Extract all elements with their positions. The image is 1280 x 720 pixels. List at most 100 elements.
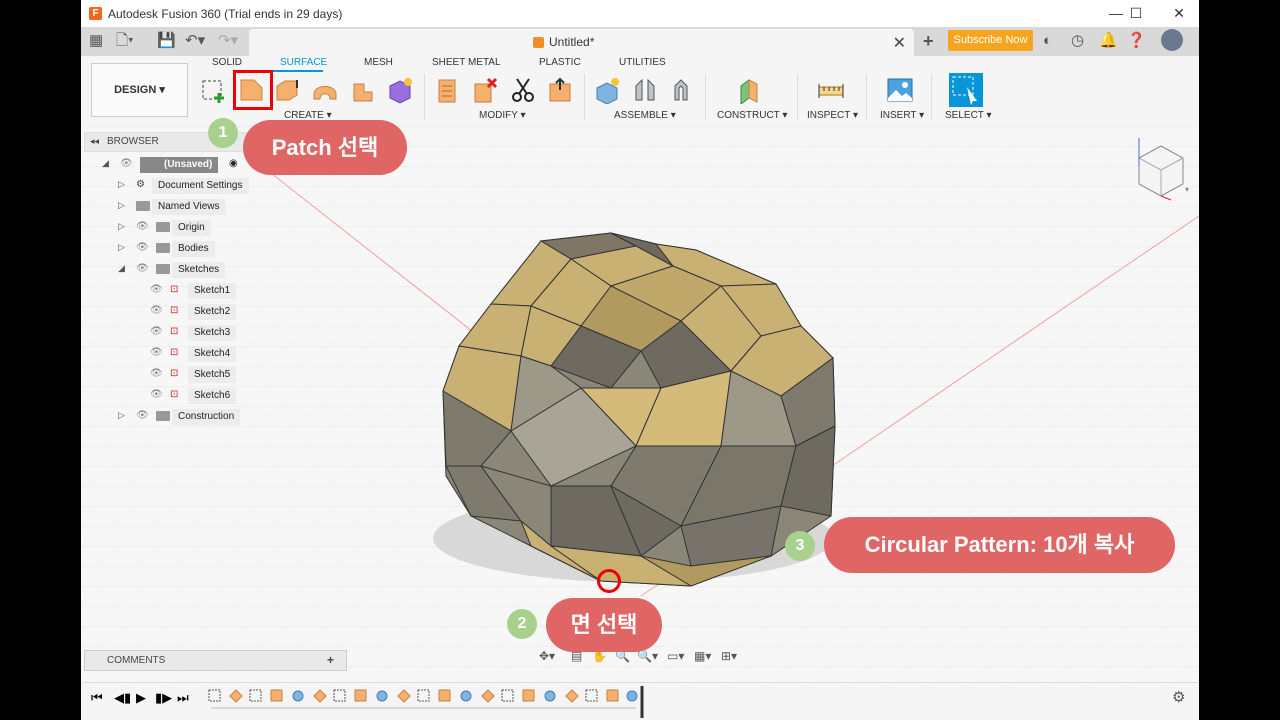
timeline-settings-gear-icon[interactable]: ⚙ [1172,688,1185,706]
hidden-eye-icon[interactable]: 👁 [150,389,163,400]
patch-highlight-box [233,70,273,110]
browser-item-label: Sketch6 [188,388,237,404]
sweep-icon[interactable] [349,76,377,104]
job-status-icon[interactable]: ◷ [1071,31,1084,51]
visibility-eye-icon[interactable]: 👁 [136,242,149,253]
save-icon[interactable]: 💾 [157,31,176,51]
visibility-eye-icon[interactable]: 👁 [136,221,149,232]
visibility-eye-icon[interactable]: 👁 [136,263,149,274]
grid-settings-icon[interactable]: ▦▾ [694,649,711,663]
loft-icon[interactable] [386,76,414,104]
sketch-icon: ⊡ [170,368,179,379]
collapse-browser-icon[interactable]: ◂◂ [90,136,99,147]
browser-item-label: Document Settings [152,178,249,194]
notifications-bell-icon[interactable]: 🔔 [1099,31,1118,51]
orbit-icon[interactable]: ✥▾ [539,649,555,663]
group-assemble[interactable]: ASSEMBLE ▾ [614,110,676,121]
tab-sheet-metal[interactable]: SHEET METAL [432,57,501,68]
root-component-label: (Unsaved) [140,157,219,173]
title-bar: F Autodesk Fusion 360 (Trial ends in 29 … [81,0,1199,27]
delete-face-icon[interactable] [471,76,499,104]
tab-solid[interactable]: SOLID [212,57,242,68]
grid-menu-icon[interactable]: ▦ [89,31,103,51]
group-construct[interactable]: CONSTRUCT ▾ [717,110,787,121]
offset-plane-icon[interactable] [735,76,763,104]
tab-plastic[interactable]: PLASTIC [539,57,581,68]
sketch-icon: ⊡ [170,284,179,295]
insert-image-icon[interactable] [886,76,914,104]
redo-icon[interactable]: ↷▾ [218,31,238,51]
hidden-eye-icon[interactable]: 👁 [150,305,163,316]
expand-arrow-icon[interactable]: ▷ [118,410,125,421]
workspace-design-dropdown[interactable]: DESIGN ▾ [91,63,188,117]
sketch-icon: ⊡ [170,305,179,316]
add-comment-button[interactable]: + [327,653,334,667]
press-pull-icon[interactable] [433,76,461,104]
visibility-eye-icon[interactable]: 👁 [120,158,133,169]
joint-icon[interactable] [631,76,659,104]
go-to-end-icon[interactable]: ⏭ [177,690,189,706]
expand-arrow-icon[interactable]: ▷ [118,242,125,253]
extrude-icon[interactable] [274,76,302,104]
create-sketch-icon[interactable] [199,76,227,104]
viewports-icon[interactable]: ⊞▾ [721,649,737,663]
browser-item-label: Sketch2 [188,304,237,320]
browser-item-label: Sketch5 [188,367,237,383]
browser-item-label: Named Views [152,199,226,215]
new-tab-button[interactable]: + [923,31,934,51]
timeline-features[interactable] [206,686,646,718]
folder-icon [156,243,170,253]
display-settings-icon[interactable]: ▭▾ [667,649,684,663]
select-icon[interactable] [949,73,983,107]
sketch-icon: ⊡ [170,326,179,337]
undo-icon[interactable]: ↶▾ [185,31,205,51]
folder-icon [136,201,150,211]
collapse-arrow-icon[interactable]: ◢ [118,263,125,274]
hidden-eye-icon[interactable]: 👁 [150,347,163,358]
offset-surface-icon[interactable] [546,76,574,104]
maximize-button[interactable]: ☐ [1116,0,1156,27]
hidden-eye-icon[interactable]: 👁 [150,368,163,379]
step-forward-icon[interactable]: ▮▶ [155,690,172,706]
as-built-joint-icon[interactable] [667,76,695,104]
revolve-icon[interactable] [311,76,339,104]
help-icon[interactable]: ❓ [1127,31,1146,51]
browser-item-label: Bodies [172,241,215,257]
tab-utilities[interactable]: UTILITIES [619,57,666,68]
comments-panel[interactable]: COMMENTS + [84,650,347,671]
go-to-start-icon[interactable]: ⏮ [91,690,103,706]
tab-mesh[interactable]: MESH [364,57,393,68]
group-separator [797,74,798,120]
svg-text:▾: ▾ [1185,185,1189,194]
expand-arrow-icon[interactable]: ▷ [118,179,125,190]
expand-arrow-icon[interactable]: ▷ [118,200,125,211]
new-component-icon[interactable] [593,76,621,104]
hidden-eye-icon[interactable]: 👁 [150,326,163,337]
close-window-button[interactable]: ✕ [1159,0,1199,27]
collapse-arrow-icon[interactable]: ◢ [102,158,109,169]
expand-arrow-icon[interactable]: ▷ [118,221,125,232]
activate-radio-icon[interactable]: ◉ [229,158,238,169]
file-menu-icon[interactable]: 🗋▾ [116,31,134,51]
trim-scissors-icon[interactable] [509,76,537,104]
step-back-icon[interactable]: ◀▮ [114,690,131,706]
sketch-icon: ⊡ [170,389,179,400]
measure-icon[interactable] [817,76,845,104]
document-tab[interactable]: Untitled* ✕ [249,29,914,56]
group-select[interactable]: SELECT ▾ [945,110,992,121]
close-tab-button[interactable]: ✕ [893,33,906,53]
group-modify[interactable]: MODIFY ▾ [479,110,526,121]
folder-icon [156,411,170,421]
extensions-icon[interactable]: ◐ [1043,31,1052,51]
browser-item-label: Sketch4 [188,346,237,362]
group-inspect[interactable]: INSPECT ▾ [807,110,858,121]
group-insert[interactable]: INSERT ▾ [880,110,924,121]
play-icon[interactable]: ▶ [136,690,146,706]
visibility-eye-icon[interactable]: 👁 [136,410,149,421]
hidden-eye-icon[interactable]: 👁 [150,284,163,295]
user-avatar[interactable] [1161,29,1183,51]
subscribe-button[interactable]: Subscribe Now [948,30,1033,51]
tab-surface[interactable]: SURFACE [280,57,327,68]
callout-badge-1: 1 [208,118,238,148]
callout-badge-2: 2 [507,609,537,639]
